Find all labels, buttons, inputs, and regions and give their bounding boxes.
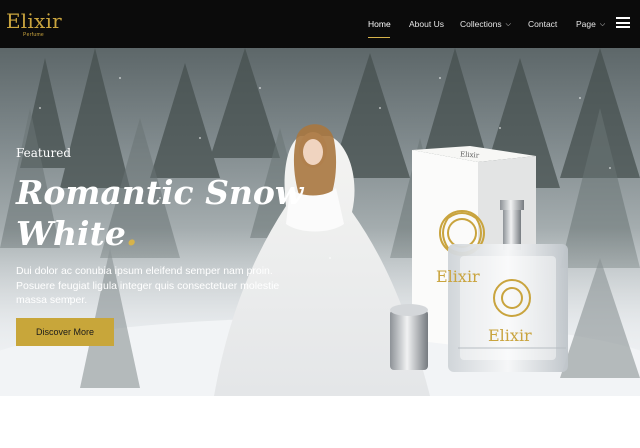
nav-item-collections-label: Collections [460, 19, 502, 29]
nav-item-page[interactable]: Page ⌵ [576, 18, 605, 32]
nav-item-about[interactable]: About Us [409, 18, 444, 30]
perfume-box-top-label: Elixir [459, 150, 480, 160]
brand-logo-word: Elixir [6, 9, 62, 33]
hero-title-line-1: Romantic Snow [16, 173, 304, 212]
menu-hamburger-icon[interactable] [616, 17, 630, 28]
page-content-area [0, 396, 640, 448]
nav-active-indicator [368, 37, 390, 38]
hero-description: Dui dolor ac conubia ipsum eleifend semp… [16, 265, 280, 306]
nav-item-home[interactable]: Home [368, 18, 391, 30]
nav-item-contact[interactable]: Contact [528, 18, 557, 30]
discover-more-button[interactable]: Discover More [16, 318, 114, 346]
top-navbar: Elixir Perfume Home About Us Collections… [0, 0, 640, 48]
perfume-cap [390, 304, 428, 370]
brand-logo-tagline: Perfume [23, 32, 44, 38]
nav-item-page-label: Page [576, 19, 596, 29]
hero-title-line-2-text: White [16, 214, 126, 253]
nav-item-collections[interactable]: Collections ⌵ [460, 18, 511, 32]
hero-eyebrow: Featured [16, 146, 71, 160]
brand-logo[interactable]: Elixir Perfume [6, 9, 66, 39]
hero-title-dot: . [125, 214, 138, 253]
chevron-down-icon: ⌵ [599, 21, 606, 28]
perfume-bottle-label: Elixir [488, 326, 532, 345]
perfume-box-label: Elixir [436, 267, 480, 286]
hero-banner: Featured Romantic Snow White. Dui dolor … [0, 48, 640, 396]
hero-title-line-2: White. [16, 213, 137, 254]
chevron-down-icon: ⌵ [505, 21, 511, 28]
